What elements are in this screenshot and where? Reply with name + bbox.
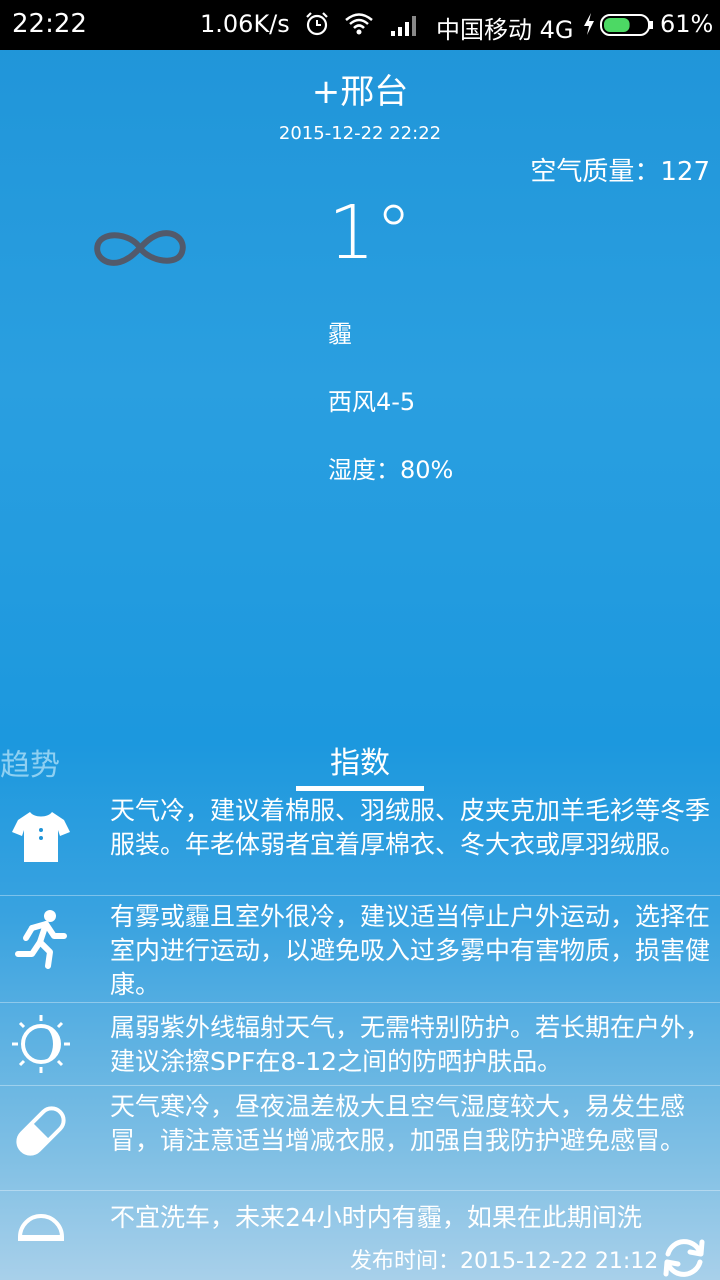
status-bar: 22:22 1.06K/s 中国移动 4G 61% bbox=[0, 0, 720, 50]
refresh-icon[interactable] bbox=[658, 1232, 710, 1280]
tab-underline bbox=[296, 786, 424, 791]
status-battery-percent: 61% bbox=[660, 10, 714, 38]
haze-icon bbox=[94, 230, 186, 266]
index-text-sport: 有雾或霾且室外很冷，建议适当停止户外运动，选择在室内进行运动，以避免吸入过多雾中… bbox=[110, 902, 711, 999]
list-item-sport[interactable]: 有雾或霾且室外很冷，建议适当停止户外运动，选择在室内进行运动，以避免吸入过多雾中… bbox=[0, 895, 720, 1001]
sun-icon bbox=[12, 1015, 70, 1073]
tab-trend[interactable]: 趋势 bbox=[0, 740, 60, 784]
index-text-uv: 属弱紫外线辐射天气，无需特别防护。若长期在户外，建议涂擦SPF在8-12之间的防… bbox=[110, 1013, 711, 1076]
battery-icon bbox=[600, 14, 653, 36]
wind: 西风4-5 bbox=[328, 388, 416, 416]
temperature: 1° bbox=[328, 190, 413, 276]
status-carrier: 中国移动 4G bbox=[436, 16, 574, 44]
signal-icon bbox=[391, 16, 416, 36]
status-net-speed: 1.06K/s bbox=[200, 10, 290, 38]
humidity: 湿度：80% bbox=[328, 456, 454, 484]
shirt-icon bbox=[12, 812, 70, 862]
list-item-cold[interactable]: 天气寒冷，昼夜温差极大且空气湿度较大，易发生感冒，请注意适当增减衣服，加强自我防… bbox=[0, 1085, 720, 1189]
index-text-cold: 天气寒冷，昼夜温差极大且空气湿度较大，易发生感冒，请注意适当增减衣服，加强自我防… bbox=[110, 1092, 686, 1155]
charging-icon bbox=[584, 13, 594, 35]
tab-index[interactable]: 指数 bbox=[296, 738, 424, 782]
air-quality: 空气质量：127 bbox=[530, 157, 710, 187]
running-icon bbox=[15, 910, 67, 969]
index-text-carwash: 不宜洗车，未来24小时内有霾，如果在此期间洗 bbox=[110, 1203, 642, 1232]
list-item-clothing[interactable]: 天气冷，建议着棉服、羽绒服、皮夹克加羊毛衫等冬季服装。年老体弱者宜着厚棉衣、冬大… bbox=[0, 792, 720, 894]
wifi-icon bbox=[345, 13, 373, 35]
pill-icon bbox=[16, 1106, 66, 1156]
car-wash-icon bbox=[18, 1214, 64, 1241]
city-title[interactable]: +邢台 bbox=[0, 64, 720, 113]
weather-condition: 霾 bbox=[328, 320, 352, 348]
publish-time: 发布时间：2015-12-22 21:12 bbox=[350, 1249, 659, 1274]
current-datetime: 2015-12-22 22:22 bbox=[278, 123, 442, 144]
status-time: 22:22 bbox=[12, 9, 87, 39]
alarm-icon bbox=[306, 12, 328, 36]
list-item-uv[interactable]: 属弱紫外线辐射天气，无需特别防护。若长期在户外，建议涂擦SPF在8-12之间的防… bbox=[0, 1002, 720, 1084]
index-text-clothing: 天气冷，建议着棉服、羽绒服、皮夹克加羊毛衫等冬季服装。年老体弱者宜着厚棉衣、冬大… bbox=[110, 796, 711, 859]
